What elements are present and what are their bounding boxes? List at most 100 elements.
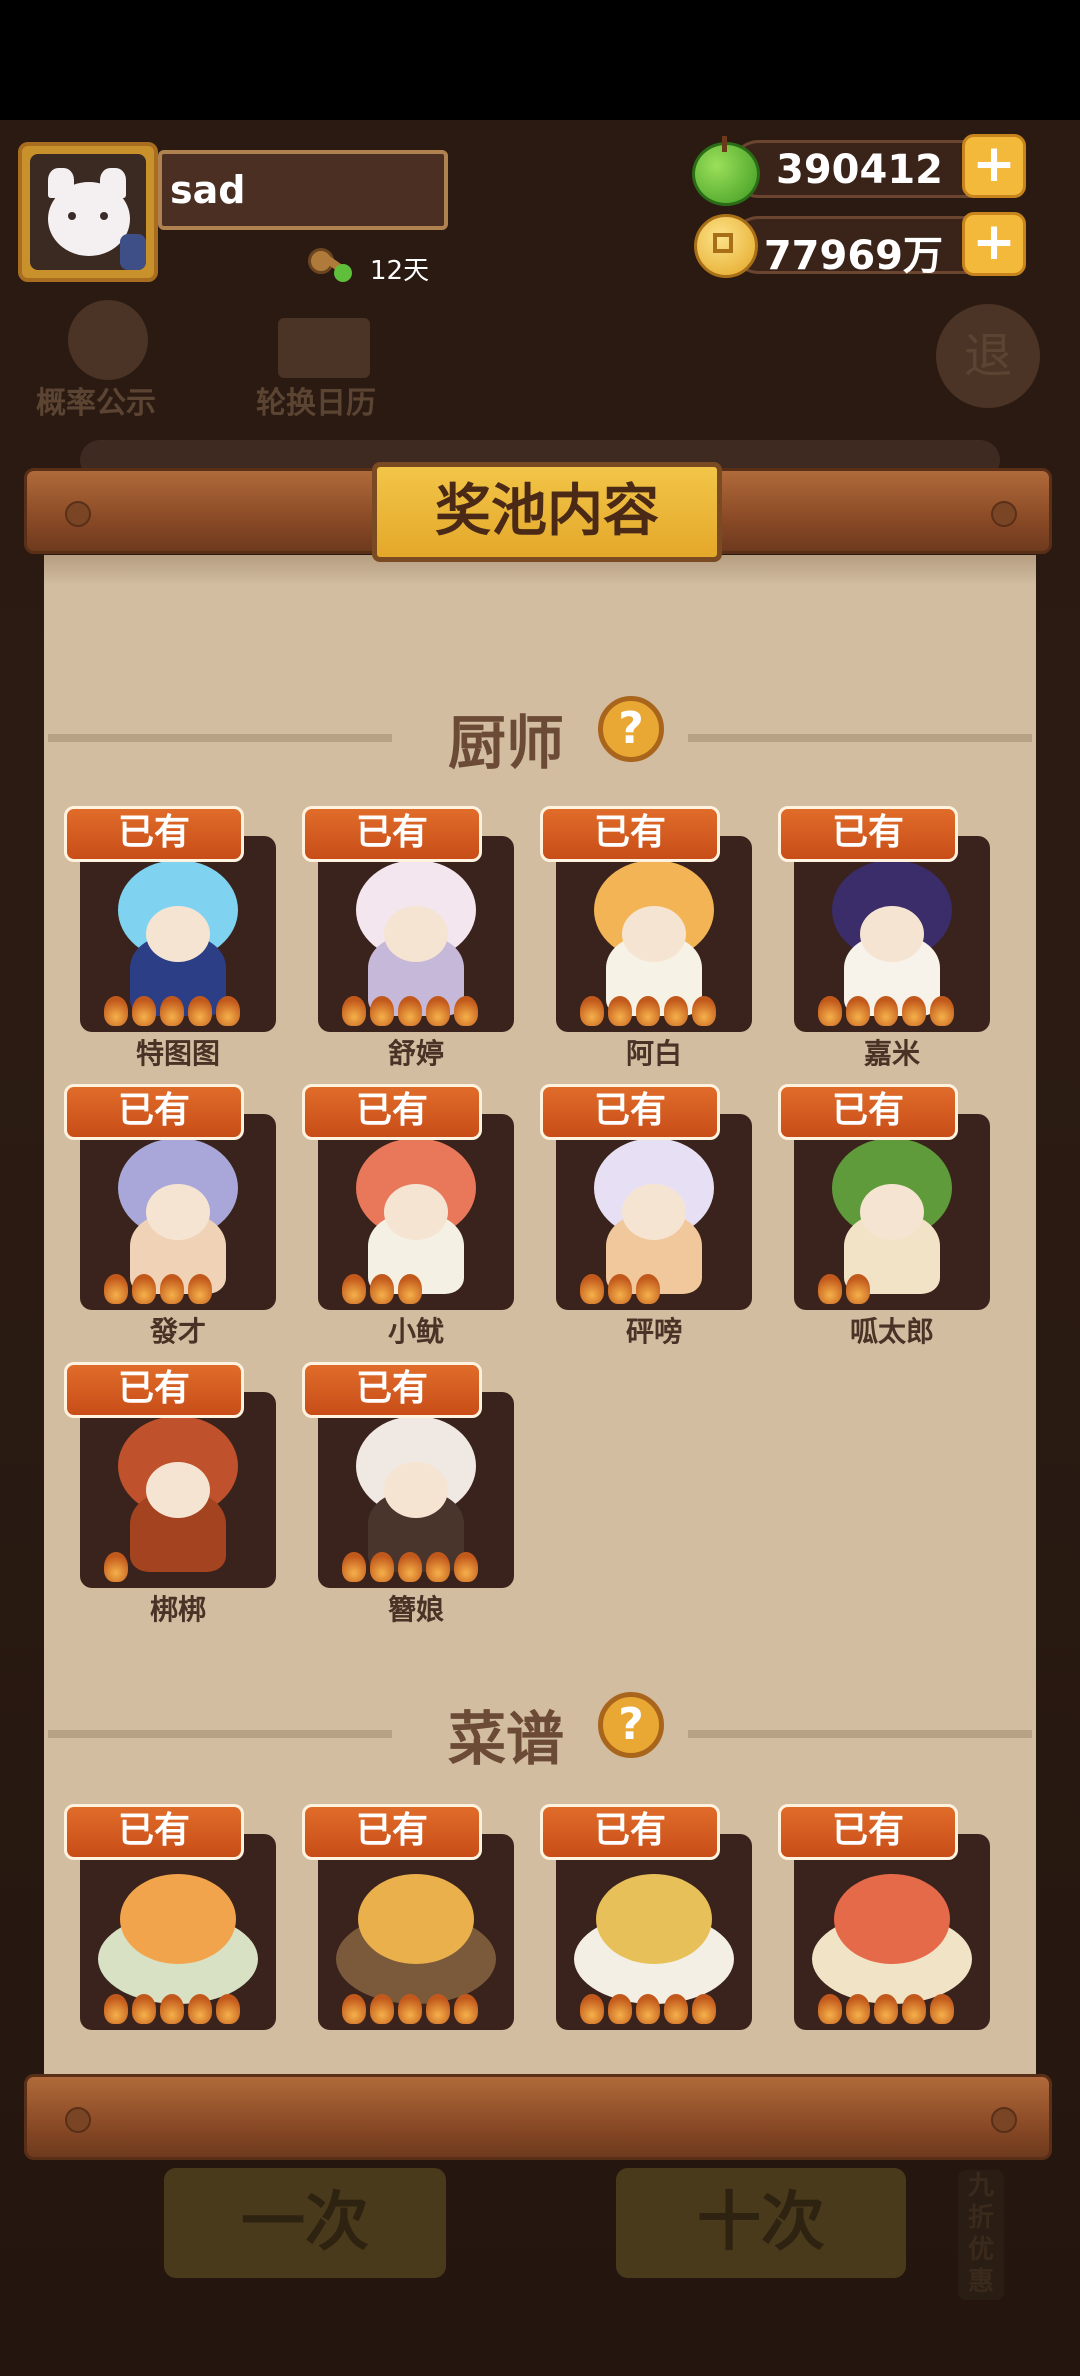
owned-badge: 已有 xyxy=(302,1084,482,1140)
chef-card[interactable] xyxy=(318,836,514,1032)
chef-face xyxy=(146,1462,210,1518)
owned-badge: 已有 xyxy=(64,1804,244,1860)
chef-face xyxy=(622,1184,686,1240)
chef-card[interactable] xyxy=(794,1114,990,1310)
rarity-flame-icon xyxy=(902,996,926,1026)
chef-name: 梆梆 xyxy=(149,1593,206,1626)
owned-badge: 已有 xyxy=(64,1084,244,1140)
rarity-flame-icon xyxy=(188,1994,212,2024)
rarity-flame-icon xyxy=(426,996,450,1026)
chef-face xyxy=(384,906,448,962)
recipe-card[interactable] xyxy=(794,1834,990,2030)
owned-badge: 已有 xyxy=(778,1084,958,1140)
chef-name: 小鱿 xyxy=(387,1315,444,1348)
rarity-flame-icon xyxy=(370,1994,394,2024)
calendar-icon xyxy=(278,318,370,378)
rarity-flame-icon xyxy=(342,1994,366,2024)
rarity-flame-icon xyxy=(132,1274,156,1304)
rarity-flame-icon xyxy=(426,1552,450,1582)
rarity-flame-icon xyxy=(818,1274,842,1304)
exit-button: 退 xyxy=(936,304,1040,408)
rarity-flame-icon xyxy=(692,1994,716,2024)
rarity-flame-icon xyxy=(342,996,366,1026)
rarity-flame-icon xyxy=(846,1274,870,1304)
key-icon xyxy=(308,244,356,284)
chef-card[interactable] xyxy=(80,1114,276,1310)
rarity-flame-icon xyxy=(636,996,660,1026)
panel-title: 奖池内容 xyxy=(372,462,722,562)
rarity-flame-icon xyxy=(398,996,422,1026)
rarity-flame-icon xyxy=(104,1552,128,1582)
rarity-flame-icon xyxy=(342,1552,366,1582)
chef-name: 特图图 xyxy=(135,1037,220,1070)
rarity-flame-icon xyxy=(216,996,240,1026)
chef-card[interactable] xyxy=(318,1392,514,1588)
add-apple-button[interactable]: + xyxy=(962,134,1026,198)
rarity-flame-icon xyxy=(818,996,842,1026)
player-name: sad xyxy=(170,168,246,212)
chef-face xyxy=(146,906,210,962)
rarity-flame-icon xyxy=(874,1994,898,2024)
rarity-flame-icon xyxy=(454,996,478,1026)
divider-line xyxy=(48,1730,392,1738)
chef-card[interactable] xyxy=(556,836,752,1032)
chef-face xyxy=(860,906,924,962)
rarity-flame-icon xyxy=(426,1994,450,2024)
rarity-flame-icon xyxy=(580,1994,604,2024)
recipe-section-title: 菜谱 xyxy=(448,1705,565,1773)
chef-face xyxy=(384,1462,448,1518)
avatar[interactable] xyxy=(18,142,158,282)
rarity-flame-icon xyxy=(132,1994,156,2024)
rarity-flame-icon xyxy=(132,996,156,1026)
chef-name: 舒婷 xyxy=(387,1037,444,1070)
chef-card[interactable] xyxy=(318,1114,514,1310)
rarity-flame-icon xyxy=(216,1994,240,2024)
chef-face xyxy=(384,1184,448,1240)
dish-food xyxy=(358,1874,474,1964)
rarity-flame-icon xyxy=(580,1274,604,1304)
rarity-flame-icon xyxy=(160,1274,184,1304)
chef-face xyxy=(860,1184,924,1240)
owned-badge: 已有 xyxy=(302,806,482,862)
rarity-flame-icon xyxy=(664,1994,688,2024)
rarity-flame-icon xyxy=(370,996,394,1026)
divider-line xyxy=(688,1730,1032,1738)
owned-badge: 已有 xyxy=(64,806,244,862)
calendar-button: 轮换日历 xyxy=(256,386,376,421)
rarity-flame-icon xyxy=(818,1994,842,2024)
dish-food xyxy=(596,1874,712,1964)
add-coin-button[interactable]: + xyxy=(962,212,1026,276)
player-name-box: sad xyxy=(158,150,448,230)
chef-card[interactable] xyxy=(794,836,990,1032)
chef-help-button[interactable]: ? xyxy=(598,696,664,762)
chef-card[interactable] xyxy=(80,836,276,1032)
rarity-flame-icon xyxy=(846,996,870,1026)
rarity-flame-icon xyxy=(398,1274,422,1304)
recipe-help-button[interactable]: ? xyxy=(598,1692,664,1758)
recipe-card[interactable] xyxy=(556,1834,752,2030)
rarity-flame-icon xyxy=(160,996,184,1026)
divider-line xyxy=(688,734,1032,742)
scroll-bottom-rod xyxy=(24,2074,1052,2160)
chef-name: 阿白 xyxy=(625,1037,682,1070)
rarity-flame-icon xyxy=(454,1552,478,1582)
discount-tag: 九折优惠 xyxy=(958,2170,1004,2300)
owned-badge: 已有 xyxy=(540,1084,720,1140)
divider-line xyxy=(48,734,392,742)
chef-face xyxy=(622,906,686,962)
rarity-flame-icon xyxy=(930,1994,954,2024)
chef-card[interactable] xyxy=(556,1114,752,1310)
draw-ten-button: 十次 xyxy=(616,2168,906,2278)
gold-coin-icon xyxy=(694,214,758,278)
rarity-flame-icon xyxy=(454,1994,478,2024)
recipe-card[interactable] xyxy=(80,1834,276,2030)
owned-badge: 已有 xyxy=(64,1362,244,1418)
recipe-card[interactable] xyxy=(318,1834,514,2030)
rarity-flame-icon xyxy=(370,1274,394,1304)
rarity-flame-icon xyxy=(342,1274,366,1304)
rarity-flame-icon xyxy=(160,1994,184,2024)
rarity-flame-icon xyxy=(636,1994,660,2024)
chef-card[interactable] xyxy=(80,1392,276,1588)
rarity-flame-icon xyxy=(636,1274,660,1304)
green-apple-icon xyxy=(692,136,760,206)
